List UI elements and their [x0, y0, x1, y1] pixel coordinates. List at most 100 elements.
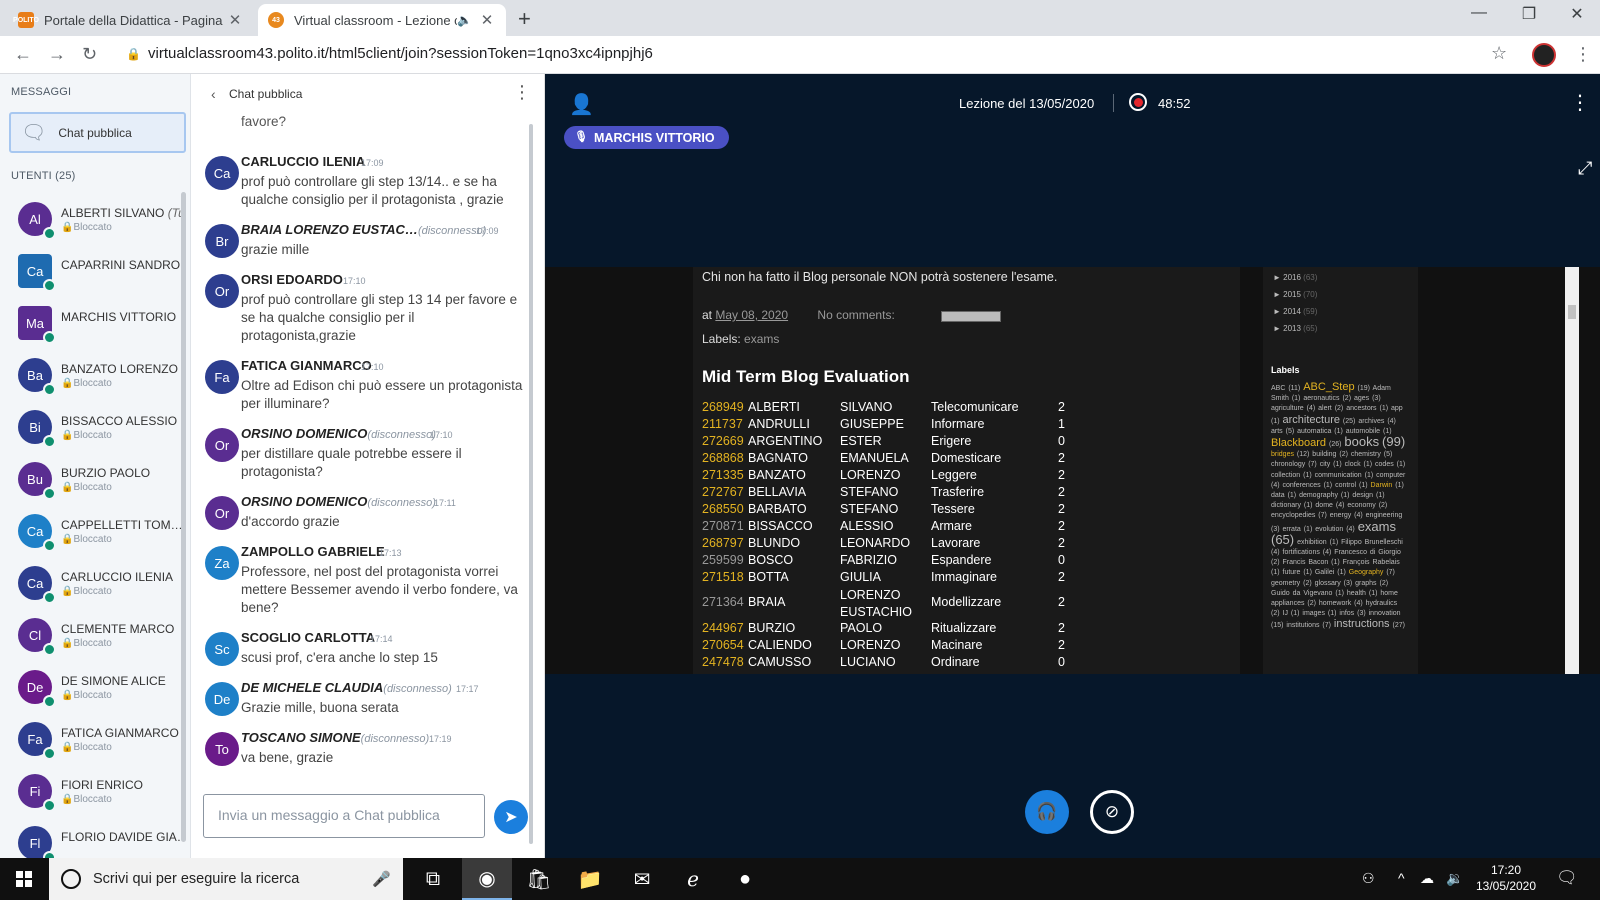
profile-avatar[interactable]	[1532, 43, 1556, 67]
chat-title[interactable]: Chat pubblica	[229, 87, 302, 101]
chevron-left-icon[interactable]: ‹	[211, 86, 216, 102]
chat-options-icon[interactable]: ⋮	[513, 82, 531, 103]
archive-year-item: ► 2015 (70)	[1273, 290, 1318, 299]
user-status: 🔒Bloccato	[61, 534, 112, 545]
notification-icon[interactable]: 🗨	[1556, 868, 1578, 888]
message-time: 17:10	[343, 276, 366, 286]
avatar: Br	[205, 224, 239, 258]
user-list-item[interactable]: Ma MARCHIS VITTORIO	[0, 298, 184, 350]
avatar: Sc	[205, 632, 239, 666]
speaker-icon[interactable]: 🔈	[457, 13, 472, 27]
users-heading: UTENTI (25)	[11, 170, 76, 182]
minimize-icon[interactable]: —	[1456, 4, 1502, 22]
user-list-item[interactable]: Ba BANZATO LORENZO 🔒Bloccato	[0, 350, 184, 402]
message-author: TOSCANO SIMONE(disconnesso)	[241, 730, 430, 745]
close-window-icon[interactable]: ✕	[1554, 4, 1600, 24]
taskbar-clock[interactable]: 17:20 13/05/2020	[1474, 862, 1538, 894]
label-cloud: ABC (11) ABC_Step (19) Adam Smith (1) ae…	[1271, 381, 1406, 631]
message-author: SCOGLIO CARLOTTA	[241, 630, 376, 645]
user-list-item[interactable]: Bi BISSACCO ALESSIO 🔒Bloccato	[0, 402, 184, 454]
onedrive-icon[interactable]: ☁	[1420, 870, 1434, 887]
message-author: DE MICHELE CLAUDIA(disconnesso)	[241, 680, 452, 695]
file-explorer-icon[interactable]: 📁	[565, 858, 615, 900]
people-icon[interactable]: ⚇	[1362, 870, 1375, 887]
user-list-item[interactable]: Bu BURZIO PAOLO 🔒Bloccato	[0, 454, 184, 506]
chevron-up-icon[interactable]: ^	[1398, 870, 1405, 886]
new-tab-button[interactable]: +	[518, 6, 531, 32]
user-list-item[interactable]: Fi FIORI ENRICO 🔒Bloccato	[0, 766, 184, 818]
microphone-icon[interactable]: 🎤	[372, 870, 391, 888]
user-name: FLORIO DAVIDE GIA…	[61, 830, 181, 844]
user-name: CAPARRINI SANDRO	[61, 258, 181, 272]
back-arrow-icon[interactable]: ←	[14, 44, 32, 65]
restore-icon[interactable]: ❐	[1506, 4, 1552, 24]
edge-icon[interactable]: ℯ	[668, 858, 718, 900]
avatar: Fi	[18, 774, 56, 812]
lock-icon[interactable]: 🔒	[126, 47, 141, 61]
browser-menu-icon[interactable]: ⋮	[1574, 44, 1592, 65]
user-list-item[interactable]: Fl FLORIO DAVIDE GIA…	[0, 818, 184, 858]
user-status: 🔒Bloccato	[61, 222, 112, 233]
user-icon[interactable]: 👤	[569, 92, 594, 117]
windows-start-icon[interactable]	[0, 858, 48, 900]
user-name: ALBERTI SILVANO (Tu)	[61, 206, 181, 220]
avatar: Ca	[205, 156, 239, 190]
user-list-item[interactable]: De DE SIMONE ALICE 🔒Bloccato	[0, 662, 184, 714]
close-tab-icon[interactable]: ✕	[478, 11, 496, 29]
camera-button[interactable]: ⊘	[1090, 790, 1134, 834]
tab-virtual-classroom[interactable]: 43 Virtual classroom - Lezione c 🔈 ✕	[258, 4, 506, 36]
messages-heading: MESSAGGI	[11, 86, 72, 98]
user-list-item[interactable]: Ca CAPARRINI SANDRO	[0, 246, 184, 298]
fullscreen-icon[interactable]: ⤢	[1578, 158, 1592, 179]
audio-button[interactable]: 🎧	[1025, 790, 1069, 834]
message-text: Professore, nel post del protagonista vo…	[241, 564, 518, 615]
taskbar-search[interactable]: Scrivi qui per eseguire la ricerca 🎤	[49, 858, 403, 900]
close-tab-icon[interactable]: ✕	[226, 11, 244, 29]
user-list-item[interactable]: Cl CLEMENTE MARCO 🔒Bloccato	[0, 610, 184, 662]
user-list-item[interactable]: Fa FATICA GIANMARCO 🔒Bloccato	[0, 714, 184, 766]
avatar: Fl	[18, 826, 56, 858]
message-text: scusi prof, c'era anche lo step 15	[241, 650, 438, 665]
post-meta: at May 08, 2020 No comments:	[702, 308, 895, 322]
talker-name: MARCHIS VITTORIO	[594, 130, 715, 145]
message-time: 17:11	[434, 498, 456, 508]
microphone-status-icon	[43, 695, 56, 708]
message-text: prof può controllare gli step 13 14 per …	[241, 292, 518, 343]
volume-icon[interactable]: 🔉	[1446, 870, 1463, 887]
mail-icon[interactable]: ✉	[617, 858, 667, 900]
meeting-name: Lezione del 13/05/2020	[959, 96, 1095, 111]
chat-message-input[interactable]: Invia un messaggio a Chat pubblica	[203, 794, 485, 838]
message-author: ORSINO DOMENICO(disconnesso)	[241, 426, 436, 441]
microphone-status-icon	[43, 487, 56, 500]
spotify-icon[interactable]: ●	[720, 858, 770, 900]
chat-fragment-text: favore?	[241, 114, 287, 129]
headphones-icon: 🎧	[1036, 802, 1058, 821]
talking-indicator[interactable]: 🎙 MARCHIS VITTORIO	[564, 126, 729, 149]
message-author: ORSI EDOARDO	[241, 272, 343, 287]
tab-portale[interactable]: POLITO Portale della Didattica - Pagina …	[8, 4, 254, 36]
user-status: 🔒Bloccato	[61, 794, 112, 805]
message-text: grazie mille	[241, 242, 310, 257]
store-icon[interactable]: 🛍	[514, 858, 564, 900]
url-field[interactable]: virtualclassroom43.polito.it/html5client…	[148, 45, 653, 62]
chrome-icon[interactable]: ◉	[462, 858, 512, 900]
public-chat-link[interactable]: 🗨 Chat pubblica	[9, 112, 186, 153]
options-menu-icon[interactable]: ⋮	[1570, 90, 1590, 115]
chat-scrollbar[interactable]	[529, 124, 533, 844]
bookmark-star-icon[interactable]: ☆	[1491, 43, 1507, 64]
user-list-item[interactable]: Ca CARLUCCIO ILENIA 🔒Bloccato	[0, 558, 184, 610]
message-time: 17:17	[456, 684, 479, 694]
user-list-item[interactable]: Al ALBERTI SILVANO (Tu) 🔒Bloccato	[0, 194, 184, 246]
task-view-icon[interactable]: ⧉	[408, 858, 458, 900]
forward-arrow-icon[interactable]: →	[48, 44, 66, 65]
recording-icon[interactable]	[1129, 93, 1147, 111]
user-name: CARLUCCIO ILENIA	[61, 570, 174, 584]
address-bar: ← → ↻ 🔒 virtualclassroom43.polito.it/htm…	[0, 36, 1600, 74]
send-button[interactable]: ➤	[494, 800, 528, 834]
user-list-scrollbar[interactable]	[181, 192, 186, 842]
reload-icon[interactable]: ↻	[82, 44, 97, 65]
user-list-item[interactable]: Ca CAPPELLETTI TOM… 🔒Bloccato	[0, 506, 184, 558]
avatar: Bi	[18, 410, 56, 448]
avatar: Al	[18, 202, 56, 240]
avatar: Ca	[18, 254, 56, 292]
